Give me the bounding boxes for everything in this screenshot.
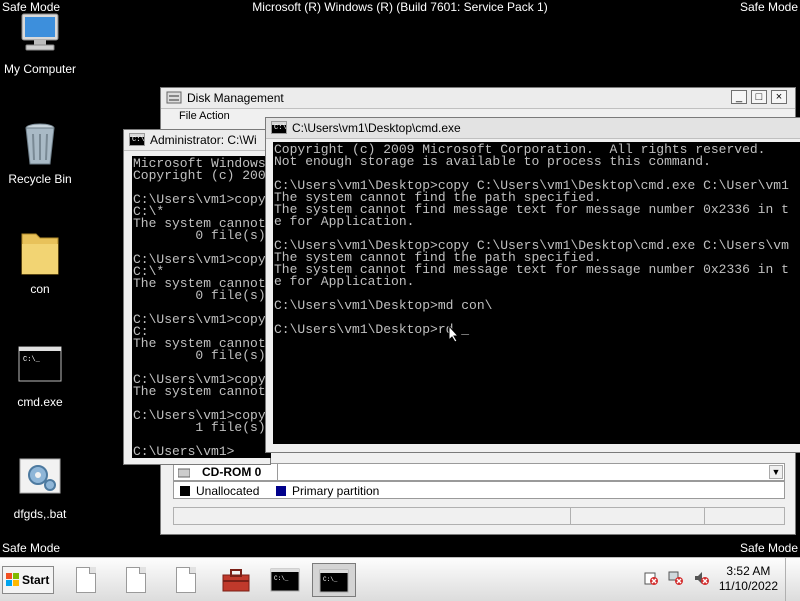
window-title: Administrator: C:\Wi <box>150 133 257 147</box>
mouse-cursor-icon <box>448 324 460 343</box>
desktop-cmd-titlebar[interactable]: C:\ C:\Users\vm1\Desktop\cmd.exe <box>266 118 800 139</box>
console-line: C:\Users\vm1\Desktop>rd _ <box>274 322 470 337</box>
legend-bar: Unallocated Primary partition <box>173 481 785 499</box>
desktop-icon-my-computer[interactable]: My Computer <box>0 10 80 76</box>
desktop-icon-batch-file[interactable]: dfgds,.bat <box>0 455 80 521</box>
cmd-icon: C:\ <box>129 133 145 146</box>
taskbar-button-computer-management[interactable] <box>216 563 256 597</box>
scroll-down-button[interactable]: ▼ <box>769 465 783 479</box>
console-line: 1 file(s) <box>133 420 266 435</box>
start-button[interactable]: Start <box>2 566 54 594</box>
volume-muted-icon[interactable] <box>693 570 709 586</box>
taskbar-button-document-3[interactable] <box>166 563 206 597</box>
windows-build-title: Microsoft (R) Windows (R) (Build 7601: S… <box>252 0 548 14</box>
legend-label-unallocated: Unallocated <box>196 484 260 498</box>
show-desktop-button[interactable] <box>785 558 800 601</box>
console-line: Copyright (c) 200 <box>133 168 266 183</box>
console-line: 0 file(s) <box>133 228 266 243</box>
cmd-icon: C:\_ <box>270 568 300 592</box>
safe-mode-label-bottom-left: Safe Mode <box>2 541 61 555</box>
start-label: Start <box>22 573 50 587</box>
desktop-icon-con-folder[interactable]: con <box>0 230 80 296</box>
taskbar-button-cmd-admin[interactable]: C:\_ <box>266 563 306 597</box>
cmd-icon: C:\ <box>271 121 287 134</box>
admin-cmd-window[interactable]: C:\ Administrator: C:\Wi Microsoft Windo… <box>123 129 271 465</box>
admin-console-output[interactable]: Microsoft WindowsCopyright (c) 200​C:\Us… <box>132 156 271 458</box>
status-bar <box>173 507 785 525</box>
taskbar-button-document-2[interactable] <box>116 563 156 597</box>
clock-time: 3:52 AM <box>726 564 771 578</box>
legend-swatch-unallocated <box>180 486 190 496</box>
desktop-icon-label: dfgds,.bat <box>13 507 67 521</box>
computer-icon <box>16 10 64 58</box>
menu-bar[interactable]: File Action <box>179 110 230 122</box>
console-line: 0 file(s) <box>133 288 266 303</box>
system-clock[interactable]: 3:52 AM 11/10/2022 <box>719 564 778 594</box>
cmd-icon: C:\_ <box>16 343 64 391</box>
desktop-console-output[interactable]: Copyright (c) 2009 Microsoft Corporation… <box>273 142 800 444</box>
disk-management-icon <box>166 91 182 104</box>
clock-date: 11/10/2022 <box>718 579 778 593</box>
cmd-icon: C:\_ <box>319 569 349 593</box>
console-line: C:\Users\vm1>copy <box>133 312 266 327</box>
folder-icon <box>16 230 64 278</box>
cdrom-label: CD-ROM 0 <box>202 465 262 479</box>
console-line: 0 file(s) <box>133 348 266 363</box>
desktop-icon-cmd-exe[interactable]: C:\_ cmd.exe <box>0 343 80 409</box>
svg-text:C:\_: C:\_ <box>274 575 289 582</box>
svg-text:C:\_: C:\_ <box>323 576 338 583</box>
svg-text:C:\_: C:\_ <box>23 356 41 364</box>
disk-management-titlebar[interactable]: Disk Management _ □ × <box>161 88 795 109</box>
console-line: e for Application. <box>274 214 415 229</box>
console-line: e for Application. <box>274 274 415 289</box>
toolbox-icon <box>220 567 252 593</box>
action-center-icon[interactable] <box>643 570 659 586</box>
window-title: C:\Users\vm1\Desktop\cmd.exe <box>292 121 461 135</box>
console-line: The system cannot <box>133 384 266 399</box>
recycle-bin-icon <box>16 120 64 168</box>
taskbar: Start C:\_ C:\_ 3:52 AM 11/10/2022 <box>0 557 800 601</box>
desktop-icon-label: My Computer <box>3 62 77 76</box>
document-icon <box>76 567 96 593</box>
maximize-button[interactable]: □ <box>751 90 767 104</box>
console-line: C:\Users\vm1\Desktop>md con\ <box>274 298 493 313</box>
legend-label-primary: Primary partition <box>292 484 380 498</box>
window-title: Disk Management <box>187 91 284 105</box>
windows-logo-icon <box>6 573 20 587</box>
safe-mode-label-bottom-right: Safe Mode <box>739 541 798 555</box>
desktop-icon-label: Recycle Bin <box>8 172 72 186</box>
document-icon <box>176 567 196 593</box>
network-icon[interactable] <box>668 570 684 586</box>
document-icon <box>126 567 146 593</box>
console-line: C:\Users\vm1> <box>133 444 235 458</box>
desktop-icon-label: cmd.exe <box>17 395 63 409</box>
taskbar-button-cmd-desktop[interactable]: C:\_ <box>312 563 356 597</box>
console-line: Not enough storage is available to proce… <box>274 154 711 169</box>
taskbar-button-document-1[interactable] <box>66 563 106 597</box>
disk-list-pane[interactable]: CD-ROM 0 ▼ <box>173 463 785 481</box>
close-button[interactable]: × <box>771 90 787 104</box>
desktop-icon-recycle-bin[interactable]: Recycle Bin <box>0 120 80 186</box>
legend-swatch-primary <box>276 486 286 496</box>
cdrom-icon <box>177 466 191 478</box>
desktop-cmd-window[interactable]: C:\ C:\Users\vm1\Desktop\cmd.exe Copyrig… <box>265 117 800 453</box>
desktop-icon-label: con <box>30 282 50 296</box>
minimize-button[interactable]: _ <box>731 90 747 104</box>
admin-cmd-titlebar[interactable]: C:\ Administrator: C:\Wi <box>124 130 270 151</box>
batch-file-icon <box>16 455 64 503</box>
